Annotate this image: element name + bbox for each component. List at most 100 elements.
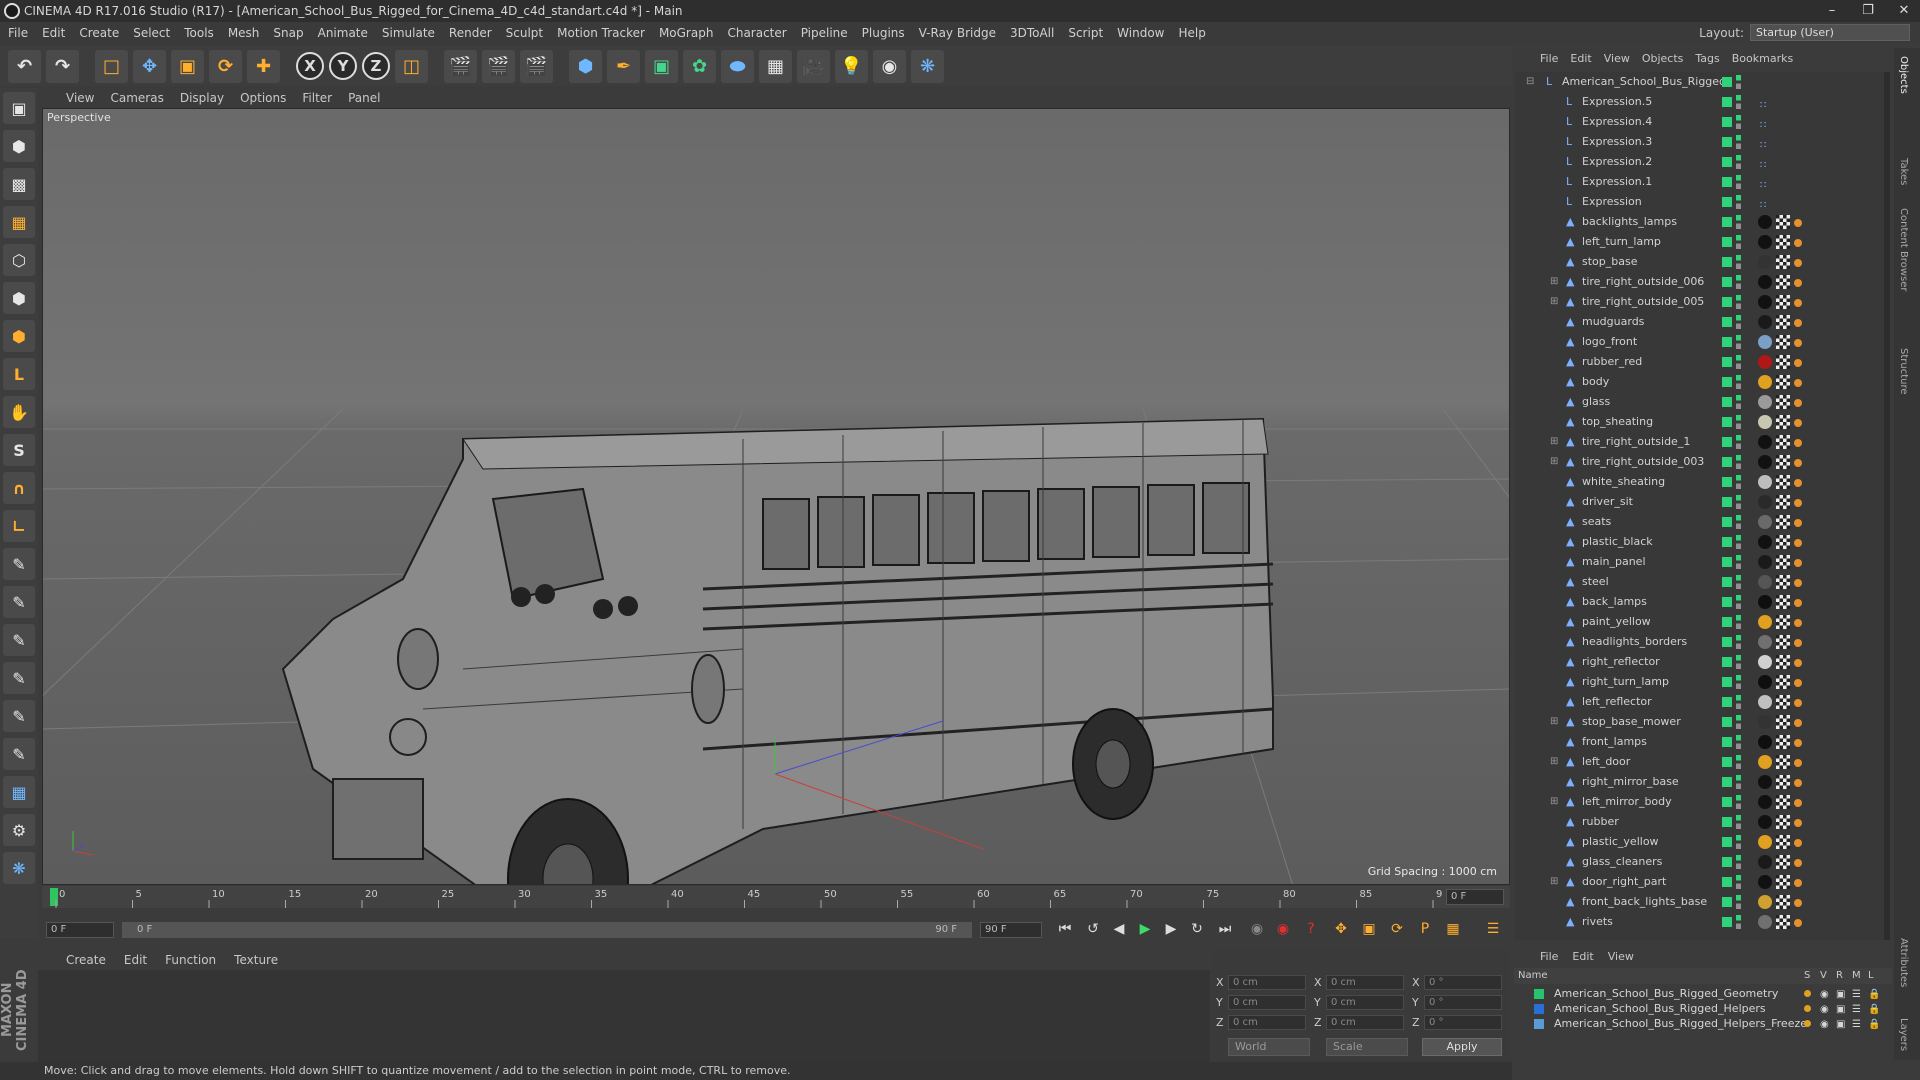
rot-y-field[interactable]: 0 ° bbox=[1424, 995, 1502, 1010]
menu-3dtoall[interactable]: 3DToAll bbox=[1010, 26, 1054, 40]
visibility-dots-icon[interactable] bbox=[1736, 275, 1741, 289]
texture-tag-icon[interactable] bbox=[1776, 775, 1790, 789]
visibility-dots-icon[interactable] bbox=[1736, 95, 1741, 109]
viewport-menu-display[interactable]: Display bbox=[180, 91, 224, 105]
layer-color-icon[interactable] bbox=[1722, 617, 1732, 627]
texture-tag-icon[interactable] bbox=[1776, 255, 1790, 269]
object-row[interactable]: ▲ logo_front bbox=[1514, 332, 1886, 352]
object-row[interactable]: ▲ front_lamps bbox=[1514, 732, 1886, 752]
layer-color-icon[interactable] bbox=[1722, 77, 1732, 87]
phong-tag-icon[interactable] bbox=[1794, 419, 1802, 427]
material-tag-icon[interactable] bbox=[1758, 435, 1772, 449]
texture-mode-icon[interactable]: ▩ bbox=[3, 168, 35, 200]
last-tool-icon[interactable]: ✚ bbox=[247, 49, 280, 83]
menu-plugins[interactable]: Plugins bbox=[862, 26, 905, 40]
menu-simulate[interactable]: Simulate bbox=[382, 26, 435, 40]
visibility-dots-icon[interactable] bbox=[1736, 795, 1741, 809]
pos-x-field[interactable]: 0 cm bbox=[1228, 975, 1306, 990]
layer-color-icon[interactable] bbox=[1722, 477, 1732, 487]
object-row[interactable]: ▲ mudguards bbox=[1514, 312, 1886, 332]
key-pla-icon[interactable]: ▦ bbox=[1442, 921, 1464, 941]
render-icon[interactable]: ▣ bbox=[1836, 987, 1845, 1002]
layer-color-icon[interactable] bbox=[1722, 237, 1732, 247]
layer-color-icon[interactable] bbox=[1722, 777, 1732, 787]
texture-tag-icon[interactable] bbox=[1776, 495, 1790, 509]
floor-icon[interactable]: ▦ bbox=[759, 49, 792, 83]
vray-icon[interactable]: ◉ bbox=[873, 49, 906, 83]
texture-tag-icon[interactable] bbox=[1776, 455, 1790, 469]
layer-color-icon[interactable] bbox=[1722, 657, 1732, 667]
object-row[interactable]: ⊟ L American_School_Bus_Rigged bbox=[1514, 72, 1886, 92]
coordinate-system-icon[interactable]: ◫ bbox=[395, 49, 428, 83]
material-tag-icon[interactable] bbox=[1758, 535, 1772, 549]
texture-tag-icon[interactable] bbox=[1776, 415, 1790, 429]
layer-color-icon[interactable] bbox=[1722, 277, 1732, 287]
viewport-menu-options[interactable]: Options bbox=[240, 91, 286, 105]
object-row[interactable]: ▲ right_turn_lamp bbox=[1514, 672, 1886, 692]
material-tag-icon[interactable] bbox=[1758, 255, 1772, 269]
object-row[interactable]: L Expression.3 ∷ bbox=[1514, 132, 1886, 152]
visibility-dots-icon[interactable] bbox=[1736, 255, 1741, 269]
phong-tag-icon[interactable] bbox=[1794, 479, 1802, 487]
size-z-field[interactable]: 0 cm bbox=[1326, 1015, 1404, 1030]
expand-icon[interactable]: ⊞ bbox=[1550, 872, 1558, 892]
texture-tag-icon[interactable] bbox=[1776, 695, 1790, 709]
material-tag-icon[interactable] bbox=[1758, 575, 1772, 589]
layer-swatch[interactable] bbox=[1534, 1004, 1544, 1014]
layer-color-icon[interactable] bbox=[1722, 257, 1732, 267]
layer-color-icon[interactable] bbox=[1722, 397, 1732, 407]
material-menu-edit[interactable]: Edit bbox=[124, 953, 147, 967]
knife-icon[interactable]: ✎ bbox=[3, 700, 35, 732]
phong-tag-icon[interactable] bbox=[1794, 399, 1802, 407]
phong-tag-icon[interactable] bbox=[1794, 539, 1802, 547]
material-area[interactable] bbox=[38, 970, 1210, 1062]
layer-color-icon[interactable] bbox=[1722, 177, 1732, 187]
subdivision-surface-icon[interactable]: ▣ bbox=[645, 49, 678, 83]
object-row[interactable]: L Expression.2 ∷ bbox=[1514, 152, 1886, 172]
phong-tag-icon[interactable] bbox=[1794, 739, 1802, 747]
redo-icon[interactable]: ↷ bbox=[46, 49, 79, 83]
workplane-icon[interactable]: ▦ bbox=[3, 206, 35, 238]
layer-menu-file[interactable]: File bbox=[1540, 950, 1558, 963]
layer-color-icon[interactable] bbox=[1722, 917, 1732, 927]
object-menu-bookmarks[interactable]: Bookmarks bbox=[1732, 52, 1793, 65]
tab-layers[interactable]: Layers bbox=[1898, 1018, 1909, 1051]
visibility-dots-icon[interactable] bbox=[1736, 215, 1741, 229]
coord-mode-dropdown[interactable]: World bbox=[1228, 1038, 1310, 1056]
material-tag-icon[interactable] bbox=[1758, 775, 1772, 789]
visibility-dots-icon[interactable] bbox=[1736, 415, 1741, 429]
material-menu-function[interactable]: Function bbox=[165, 953, 216, 967]
coord-scale-dropdown[interactable]: Scale bbox=[1326, 1038, 1408, 1056]
tab-objects[interactable]: Objects bbox=[1898, 56, 1909, 94]
phong-tag-icon[interactable] bbox=[1794, 359, 1802, 367]
object-menu-objects[interactable]: Objects bbox=[1642, 52, 1684, 65]
layer-color-icon[interactable] bbox=[1722, 297, 1732, 307]
object-row[interactable]: ▲ rivets bbox=[1514, 912, 1886, 932]
material-tag-icon[interactable] bbox=[1758, 275, 1772, 289]
visible-eye-icon[interactable]: ◉ bbox=[1820, 987, 1829, 1002]
axis-mode-icon[interactable]: L bbox=[3, 358, 35, 390]
material-tag-icon[interactable] bbox=[1758, 515, 1772, 529]
material-tag-icon[interactable] bbox=[1758, 335, 1772, 349]
visibility-dots-icon[interactable] bbox=[1736, 235, 1741, 249]
object-menu-edit[interactable]: Edit bbox=[1570, 52, 1591, 65]
viewport-menu-filter[interactable]: Filter bbox=[302, 91, 332, 105]
goto-start-icon[interactable]: ⏮ bbox=[1054, 921, 1076, 941]
y-axis-icon[interactable]: Y bbox=[329, 52, 357, 80]
key-position-icon[interactable]: ✥ bbox=[1330, 921, 1352, 941]
expand-icon[interactable]: ⊞ bbox=[1550, 752, 1558, 772]
visibility-dots-icon[interactable] bbox=[1736, 175, 1741, 189]
object-menu-tags[interactable]: Tags bbox=[1695, 52, 1719, 65]
texture-tag-icon[interactable] bbox=[1776, 795, 1790, 809]
texture-tag-icon[interactable] bbox=[1776, 515, 1790, 529]
visibility-dots-icon[interactable] bbox=[1736, 155, 1741, 169]
expand-icon[interactable]: ⊞ bbox=[1550, 712, 1558, 732]
menu-file[interactable]: File bbox=[8, 26, 28, 40]
size-y-field[interactable]: 0 cm bbox=[1326, 995, 1404, 1010]
expand-icon[interactable]: ⊞ bbox=[1550, 432, 1558, 452]
material-tag-icon[interactable] bbox=[1758, 315, 1772, 329]
texture-tag-icon[interactable] bbox=[1776, 315, 1790, 329]
layer-color-icon[interactable] bbox=[1722, 597, 1732, 607]
bus-model[interactable] bbox=[281, 417, 1274, 885]
material-tag-icon[interactable] bbox=[1758, 675, 1772, 689]
